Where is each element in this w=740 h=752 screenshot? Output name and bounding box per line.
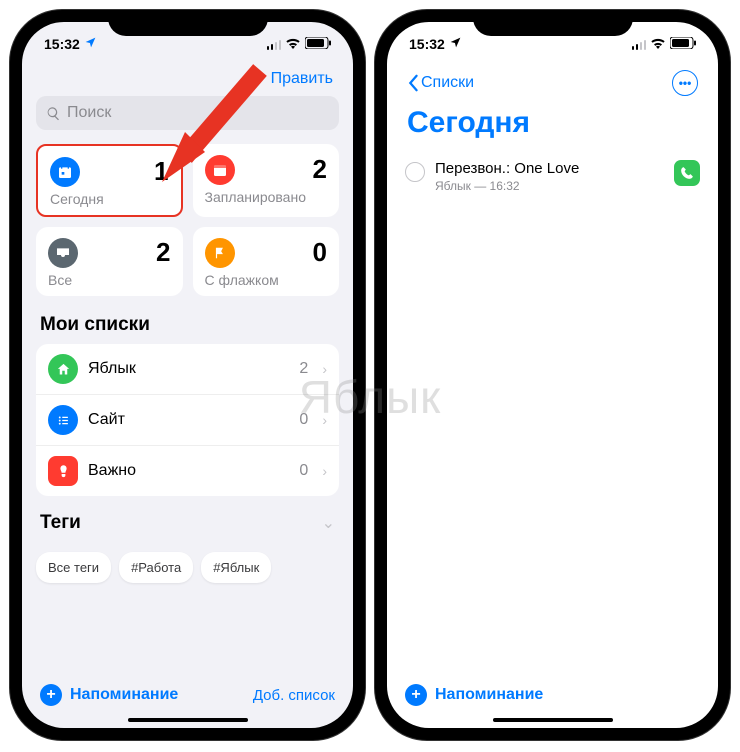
- page-title: Сегодня: [401, 102, 704, 154]
- plus-icon: +: [40, 684, 62, 706]
- back-label: Списки: [421, 74, 474, 92]
- tags-title: Теги: [40, 512, 81, 534]
- list-icon: [48, 405, 78, 435]
- edit-button[interactable]: Править: [271, 70, 333, 88]
- add-list-button[interactable]: Доб. список: [253, 687, 335, 704]
- list-item[interactable]: Яблык 2 ›: [36, 344, 339, 394]
- status-time: 15:32: [409, 36, 445, 52]
- list-item-label: Яблык: [88, 360, 289, 378]
- notch: [108, 10, 268, 36]
- home-icon: [48, 354, 78, 384]
- cellular-icon: [267, 39, 282, 50]
- add-reminder-label: Напоминание: [435, 686, 543, 704]
- card-flagged[interactable]: 0 С флажком: [193, 227, 340, 296]
- phone-icon: [680, 166, 694, 180]
- calendar-icon: [205, 155, 235, 185]
- call-button[interactable]: [674, 160, 700, 186]
- list-item-count: 2: [299, 360, 308, 378]
- card-today[interactable]: 1 Сегодня: [36, 144, 183, 217]
- my-lists: Яблык 2 › Сайт 0 › Важно 0 ›: [36, 344, 339, 496]
- card-all-label: Все: [48, 272, 171, 288]
- tag-chip[interactable]: #Работа: [119, 552, 193, 583]
- list-item-count: 0: [299, 411, 308, 429]
- inbox-icon: [48, 238, 78, 268]
- add-reminder-button[interactable]: + Напоминание: [40, 684, 178, 706]
- reminder-title: Перезвон.: One Love: [435, 160, 664, 177]
- search-input[interactable]: Поиск: [36, 96, 339, 130]
- flag-icon: [205, 238, 235, 268]
- chevron-right-icon: ›: [322, 412, 327, 428]
- phone-right: 15:32 Списки: [375, 10, 730, 740]
- list-item-label: Важно: [88, 462, 289, 480]
- plus-icon: +: [405, 684, 427, 706]
- chevron-down-icon[interactable]: ⌄: [322, 513, 335, 533]
- list-item[interactable]: Важно 0 ›: [36, 445, 339, 496]
- back-button[interactable]: Списки: [407, 74, 474, 92]
- cellular-icon: [632, 39, 647, 50]
- search-icon: [46, 106, 61, 121]
- radio-unchecked-icon[interactable]: [405, 162, 425, 182]
- reminder-subtitle: Яблык — 16:32: [435, 179, 664, 193]
- notch: [473, 10, 633, 36]
- wifi-icon: [285, 36, 301, 52]
- card-scheduled-label: Запланировано: [205, 189, 328, 205]
- search-placeholder: Поиск: [67, 104, 111, 122]
- card-all[interactable]: 2 Все: [36, 227, 183, 296]
- status-time: 15:32: [44, 36, 80, 52]
- card-flagged-count: 0: [313, 237, 327, 268]
- my-lists-title: Мои списки: [36, 312, 339, 344]
- list-item-label: Сайт: [88, 411, 289, 429]
- reminder-item[interactable]: Перезвон.: One Love Яблык — 16:32: [401, 154, 704, 199]
- battery-icon: [305, 36, 331, 52]
- battery-icon: [670, 36, 696, 52]
- wifi-icon: [650, 36, 666, 52]
- add-reminder-label: Напоминание: [70, 686, 178, 704]
- add-reminder-button[interactable]: + Напоминание: [405, 684, 543, 706]
- card-today-label: Сегодня: [50, 191, 169, 207]
- phone-left: 15:32 Править: [10, 10, 365, 740]
- ellipsis-icon: •••: [679, 76, 692, 90]
- chevron-right-icon: ›: [322, 361, 327, 377]
- chevron-left-icon: [407, 74, 419, 92]
- tag-chip[interactable]: #Яблык: [201, 552, 271, 583]
- important-icon: [48, 456, 78, 486]
- chevron-right-icon: ›: [322, 463, 327, 479]
- home-indicator[interactable]: [493, 718, 613, 722]
- card-today-count: 1: [154, 156, 168, 187]
- location-icon: [84, 36, 97, 52]
- card-flagged-label: С флажком: [205, 272, 328, 288]
- card-all-count: 2: [156, 237, 170, 268]
- card-scheduled-count: 2: [313, 154, 327, 185]
- calendar-today-icon: [50, 157, 80, 187]
- list-item-count: 0: [299, 462, 308, 480]
- card-scheduled[interactable]: 2 Запланировано: [193, 144, 340, 217]
- home-indicator[interactable]: [128, 718, 248, 722]
- list-item[interactable]: Сайт 0 ›: [36, 394, 339, 445]
- tag-chip[interactable]: Все теги: [36, 552, 111, 583]
- more-button[interactable]: •••: [672, 70, 698, 96]
- location-icon: [449, 36, 462, 52]
- tags-row: Все теги #Работа #Яблык: [36, 542, 339, 593]
